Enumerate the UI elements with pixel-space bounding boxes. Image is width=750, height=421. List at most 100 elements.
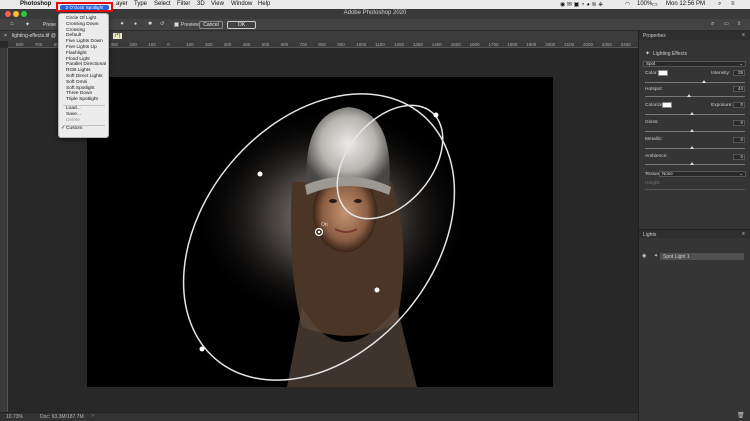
menubar-clock[interactable]: Mon 12:56 PM bbox=[666, 1, 705, 7]
preset-menu-item[interactable]: Default bbox=[66, 33, 81, 38]
ruler-tick: 100 bbox=[148, 42, 156, 47]
ruler-tick: 800 bbox=[16, 42, 24, 47]
properties-title[interactable]: Properties bbox=[643, 33, 666, 39]
ellipse-handle-right[interactable] bbox=[374, 287, 380, 293]
lighting-effects-icon: ✦ bbox=[645, 51, 651, 57]
document-tab-suffix: r*) bbox=[113, 33, 123, 39]
ambience-slider-knob[interactable] bbox=[690, 162, 694, 165]
preset-menu-item[interactable]: RGB Lights bbox=[66, 68, 91, 73]
reset-icon[interactable]: ↺ bbox=[160, 21, 164, 27]
infinite-light-icon[interactable]: ✱ bbox=[148, 21, 152, 27]
preset-menu-item[interactable]: Triple Spotlight bbox=[66, 97, 98, 102]
lights-title[interactable]: Lights bbox=[643, 232, 656, 238]
preset-menu-item[interactable]: Soft Direct Lights bbox=[66, 74, 103, 79]
share-icon[interactable]: ⇪ bbox=[737, 21, 741, 27]
battery-percent[interactable]: 100% bbox=[637, 1, 652, 7]
preset-action-item: Delete bbox=[66, 117, 80, 123]
menu-app-name[interactable]: Photoshop bbox=[20, 1, 51, 7]
gloss-slider-knob[interactable] bbox=[690, 129, 694, 132]
hotspot-value[interactable]: 44 bbox=[733, 86, 745, 92]
preset-menu-item[interactable]: Soft Omni bbox=[66, 80, 87, 85]
light-type-select[interactable]: Spot ⌄ bbox=[643, 61, 746, 67]
preset-menu-item[interactable]: Flood Light bbox=[66, 57, 90, 62]
ellipse-handle-bottom[interactable] bbox=[199, 346, 205, 352]
intensity-slider[interactable] bbox=[645, 82, 745, 83]
preset-selected-item[interactable]: 2 O'clock Spotlight bbox=[56, 2, 113, 12]
preset-menu-item[interactable]: Soft Spotlight bbox=[66, 86, 95, 91]
visibility-eye-icon[interactable]: ◉ bbox=[642, 253, 646, 259]
light-color-swatch[interactable] bbox=[658, 70, 668, 76]
preset-menu-item[interactable]: Crossing bbox=[66, 28, 85, 33]
preset-menu-item[interactable]: Five Lights Down bbox=[66, 39, 103, 44]
texture-select[interactable]: None ⌄ bbox=[659, 171, 746, 177]
ruler-tick: 2000 bbox=[545, 42, 556, 47]
preset-menu-item[interactable]: Crossing Down bbox=[66, 22, 99, 27]
home-icon[interactable]: ⌂ bbox=[10, 21, 14, 27]
menu-select[interactable]: Select bbox=[154, 1, 171, 7]
menu-extra-icon[interactable]: ≡ bbox=[731, 1, 735, 7]
intensity-slider-knob[interactable] bbox=[702, 80, 706, 83]
colorize-swatch[interactable] bbox=[662, 102, 672, 108]
menu-help[interactable]: Help bbox=[258, 1, 270, 7]
exposure-value[interactable]: 0 bbox=[733, 102, 745, 108]
trash-icon[interactable]: 🗑 bbox=[737, 412, 745, 419]
panel-menu-icon[interactable]: ≡ bbox=[742, 32, 745, 38]
wifi-icon[interactable]: ◠ bbox=[625, 1, 630, 8]
workspace-icon[interactable]: ▭ bbox=[724, 21, 729, 27]
document-tab[interactable]: lighting-effects.tif @ bbox=[12, 33, 56, 39]
preset-menu-item[interactable]: Parallel Directional bbox=[66, 62, 106, 67]
hotspot-slider[interactable] bbox=[645, 96, 745, 97]
preset-menu-item[interactable]: Five Lights Up bbox=[66, 45, 97, 50]
search-icon[interactable]: ⌕ bbox=[718, 1, 721, 8]
search-icon[interactable]: ⌕ bbox=[711, 21, 714, 28]
menu-view[interactable]: View bbox=[211, 1, 224, 7]
cancel-button[interactable]: Cancel bbox=[199, 21, 223, 29]
metallic-slider-knob[interactable] bbox=[690, 146, 694, 149]
status-icons[interactable]: ◉ ✉ ▣ ◔ ◕ ≋ ⎈ bbox=[560, 1, 603, 9]
lights-panel-menu-icon[interactable]: ≡ bbox=[742, 231, 745, 237]
preset-action-item[interactable]: Load... bbox=[66, 106, 81, 111]
menu-filter[interactable]: Filter bbox=[177, 1, 190, 7]
preset-action-item[interactable]: Save... bbox=[66, 112, 81, 117]
hotspot-slider-knob[interactable] bbox=[687, 94, 691, 97]
light-tool-icon[interactable]: ✷ bbox=[120, 21, 124, 27]
ruler-tick: 300 bbox=[110, 42, 119, 47]
intensity-value[interactable]: 25 bbox=[733, 70, 745, 76]
preset-selected-label[interactable]: 2 O'clock Spotlight bbox=[60, 5, 109, 10]
menu-type[interactable]: Type bbox=[134, 1, 147, 7]
close-doc-icon[interactable]: × bbox=[4, 33, 7, 39]
gloss-value[interactable]: 0 bbox=[733, 120, 745, 126]
metallic-slider[interactable] bbox=[645, 148, 745, 149]
exposure-slider-knob[interactable] bbox=[690, 112, 694, 115]
lighting-preview[interactable]: On bbox=[87, 77, 553, 387]
light-row[interactable]: ◉ ✦ Spot Light 1 bbox=[639, 253, 750, 260]
gloss-slider[interactable] bbox=[645, 131, 745, 132]
menu-3d[interactable]: 3D bbox=[197, 1, 205, 7]
metallic-value[interactable]: 0 bbox=[733, 137, 745, 143]
preset-custom-item[interactable]: Custom bbox=[66, 126, 83, 131]
ok-button[interactable]: OK bbox=[227, 21, 256, 29]
menu-layer[interactable]: ayer bbox=[116, 1, 128, 7]
ellipse-handle-top[interactable] bbox=[433, 112, 439, 118]
ellipse-handle-left[interactable] bbox=[257, 171, 263, 177]
ruler-tick: 1900 bbox=[526, 42, 537, 47]
status-arrow-icon[interactable]: › bbox=[92, 413, 94, 419]
zoom-level[interactable]: 10.73% bbox=[6, 414, 23, 420]
preset-menu-item[interactable]: Flashlight bbox=[66, 51, 87, 56]
exposure-slider[interactable] bbox=[645, 114, 745, 115]
ruler-tick: 2200 bbox=[583, 42, 594, 47]
ruler-tick: 300 bbox=[223, 42, 232, 47]
preset-menu-item[interactable]: Circle Of Light bbox=[66, 16, 96, 21]
ambience-value[interactable]: 0 bbox=[733, 154, 745, 160]
image-canvas[interactable]: On bbox=[87, 77, 553, 387]
ruler-tick: 1600 bbox=[469, 42, 480, 47]
menu-window[interactable]: Window bbox=[231, 1, 252, 7]
ruler-tick: 1300 bbox=[412, 42, 423, 47]
battery-icon[interactable]: ▭ bbox=[652, 1, 658, 8]
ambience-slider[interactable] bbox=[645, 164, 745, 165]
preset-menu-item[interactable]: Three Down bbox=[66, 91, 92, 96]
lighting-tool-icon[interactable]: ✦ bbox=[25, 21, 30, 28]
ruler-tick: 1500 bbox=[450, 42, 461, 47]
point-light-icon[interactable]: ● bbox=[134, 21, 137, 27]
preview-checkbox[interactable] bbox=[174, 22, 179, 27]
